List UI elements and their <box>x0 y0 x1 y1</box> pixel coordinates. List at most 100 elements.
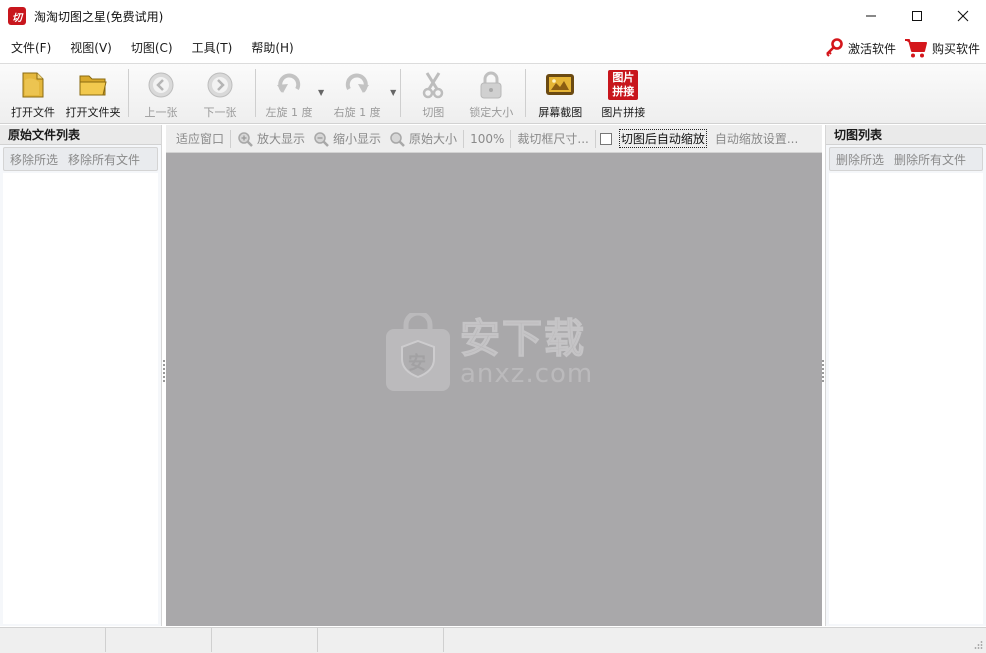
remove-all-files-button[interactable]: 移除所有文件 <box>68 151 140 168</box>
status-bar <box>0 627 986 653</box>
status-cell <box>106 628 212 652</box>
original-size-label: 原始大小 <box>409 132 458 146</box>
previous-image-button[interactable]: 上一张 <box>133 64 189 122</box>
menu-help[interactable]: 帮助(H) <box>243 36 301 60</box>
zoom-out-button[interactable]: 缩小显示 <box>309 130 385 147</box>
resize-grip-icon[interactable] <box>973 640 983 650</box>
view-toolbar-separator <box>230 129 232 148</box>
scissors-icon <box>418 70 448 100</box>
toolbar-separator <box>400 69 402 117</box>
auto-zoom-after-cut-label: 切图后自动缩放 <box>618 129 707 148</box>
arrow-right-circle-icon <box>205 70 235 100</box>
open-file-button[interactable]: 打开文件 <box>4 64 62 122</box>
image-stitch-icon: 图片拼接 <box>608 70 639 100</box>
rotate-right-dropdown-icon[interactable]: ▼ <box>390 88 396 97</box>
view-toolbar-separator <box>594 129 596 148</box>
fit-window-button[interactable]: 适应窗口 <box>172 130 228 147</box>
minimize-icon <box>866 15 876 17</box>
menu-bar: 文件(F) 视图(V) 切图(C) 工具(T) 帮助(H) 激活软件 购买软件 <box>0 32 986 64</box>
buy-software-button[interactable]: 购买软件 <box>904 37 980 59</box>
menu-tools[interactable]: 工具(T) <box>184 36 241 60</box>
auto-zoom-after-cut-checkbox[interactable]: 切图后自动缩放 <box>598 129 711 148</box>
open-file-icon <box>18 70 48 100</box>
cut-button[interactable]: 切图 <box>405 64 461 122</box>
status-cell <box>318 628 444 652</box>
activate-software-button[interactable]: 激活软件 <box>824 38 896 58</box>
toolbar-separator <box>128 69 129 117</box>
source-file-actions: 移除所选 移除所有文件 <box>3 147 158 171</box>
zoom-out-icon <box>314 131 329 147</box>
magnifier-icon <box>390 131 405 147</box>
rotate-left-label: 左旋 1 度 <box>265 106 313 119</box>
watermark-bag-icon: 安 <box>384 310 452 391</box>
zoom-in-button[interactable]: 放大显示 <box>233 130 309 147</box>
source-file-panel: 原始文件列表 移除所选 移除所有文件 <box>0 125 162 626</box>
open-file-label: 打开文件 <box>11 106 55 119</box>
toolbar-separator <box>255 69 256 117</box>
main-toolbar: 打开文件 打开文件夹 上一张 下一张 左旋 1 度 ▼ 右旋 1 度 ▼ 切图 … <box>0 64 986 124</box>
status-cell <box>212 628 318 652</box>
image-stitch-label: 图片拼接 <box>601 106 646 119</box>
toolbar-separator <box>525 69 527 117</box>
watermark-badge-text: 安 <box>408 353 426 374</box>
window-controls <box>848 0 986 32</box>
cut-list-actions: 删除所选 删除所有文件 <box>829 147 983 171</box>
lock-size-label: 锁定大小 <box>469 106 514 119</box>
zoom-in-label: 放大显示 <box>257 132 306 146</box>
image-canvas[interactable]: 安 安下载 anxz.com <box>166 153 822 626</box>
view-toolbar: 适应窗口 放大显示 缩小显示 原始大小 100% 裁切框尺寸... 切图后自动缩… <box>166 125 822 153</box>
screen-capture-icon <box>545 70 575 100</box>
maximize-button[interactable] <box>894 0 940 32</box>
view-toolbar-separator <box>510 129 512 148</box>
image-stitch-button[interactable]: 图片拼接 图片拼接 <box>590 64 656 122</box>
source-file-list[interactable] <box>3 173 158 624</box>
image-stitch-icon-text: 图片拼接 <box>608 70 639 100</box>
activate-software-label: 激活软件 <box>847 41 896 56</box>
cut-list-title: 切图列表 <box>826 125 986 145</box>
remove-selected-button[interactable]: 移除所选 <box>10 151 58 168</box>
key-icon <box>826 38 843 57</box>
view-toolbar-separator <box>463 129 465 148</box>
source-file-list-title: 原始文件列表 <box>0 125 161 145</box>
cart-icon <box>904 39 927 58</box>
image-view-area: 适应窗口 放大显示 缩小显示 原始大小 100% 裁切框尺寸... 切图后自动缩… <box>166 125 822 626</box>
menu-file[interactable]: 文件(F) <box>3 36 59 60</box>
original-size-button[interactable]: 原始大小 <box>385 130 461 147</box>
cut-list-panel: 切图列表 删除所选 删除所有文件 <box>825 125 986 626</box>
rotate-left-button[interactable]: 左旋 1 度 <box>260 64 318 122</box>
previous-image-label: 上一张 <box>144 106 178 119</box>
status-cell <box>0 628 106 652</box>
arrow-left-circle-icon <box>146 70 176 100</box>
folder-icon <box>78 70 108 100</box>
rotate-right-label: 右旋 1 度 <box>333 106 381 119</box>
cut-label: 切图 <box>422 106 445 119</box>
close-icon <box>957 10 969 22</box>
auto-zoom-settings-button[interactable]: 自动缩放设置... <box>711 130 802 147</box>
buy-software-label: 购买软件 <box>931 41 980 56</box>
rotate-right-button[interactable]: 右旋 1 度 <box>324 64 390 122</box>
title-bar: 切 淘淘切图之星(免费试用) <box>0 0 986 32</box>
crop-size-button[interactable]: 裁切框尺寸... <box>513 130 592 147</box>
delete-selected-button[interactable]: 删除所选 <box>836 151 884 168</box>
lock-size-button[interactable]: 锁定大小 <box>461 64 521 122</box>
next-image-button[interactable]: 下一张 <box>189 64 251 122</box>
watermark-text-cn: 安下载 <box>459 316 586 362</box>
screen-capture-button[interactable]: 屏幕截图 <box>530 64 590 122</box>
maximize-icon <box>912 11 922 21</box>
watermark-text-en: anxz.com <box>460 359 594 389</box>
zoom-level[interactable]: 100% <box>466 132 508 146</box>
zoom-in-icon <box>238 131 253 147</box>
cut-list[interactable] <box>829 173 983 624</box>
app-logo-icon: 切 <box>8 7 26 25</box>
screen-capture-label: 屏幕截图 <box>538 106 583 119</box>
close-button[interactable] <box>940 0 986 32</box>
menu-view[interactable]: 视图(V) <box>62 36 120 60</box>
delete-all-files-button[interactable]: 删除所有文件 <box>894 151 966 168</box>
open-folder-button[interactable]: 打开文件夹 <box>62 64 124 122</box>
rotate-left-icon <box>274 70 304 100</box>
minimize-button[interactable] <box>848 0 894 32</box>
next-image-label: 下一张 <box>203 106 237 119</box>
lock-icon <box>476 70 506 100</box>
zoom-out-label: 缩小显示 <box>333 132 382 146</box>
menu-cut[interactable]: 切图(C) <box>123 36 181 60</box>
